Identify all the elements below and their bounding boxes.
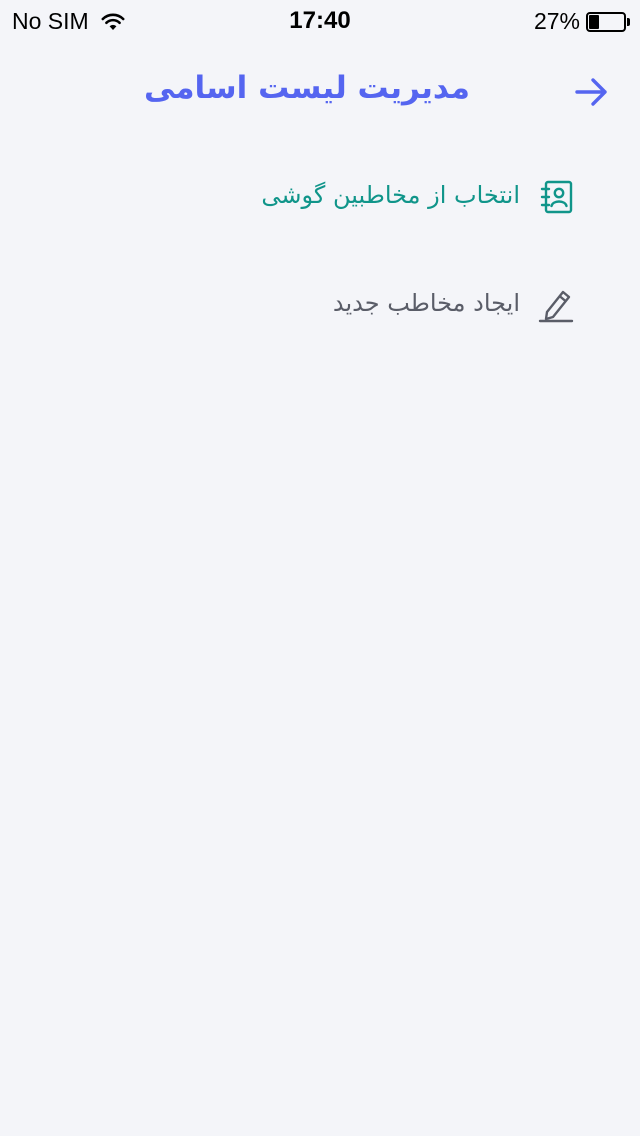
select-from-contacts-item[interactable]: انتخاب از مخاطبین گوشی [0,167,640,227]
select-from-contacts-label: انتخاب از مخاطبین گوشی [261,181,520,209]
pencil-icon [536,285,576,325]
page-title: مدیریت لیست اسامی [143,70,470,106]
back-button[interactable] [572,72,612,112]
create-new-contact-item[interactable]: ایجاد مخاطب جدید [0,275,640,335]
screen: No SIM 17:40 27% مدیریت لیست اسامی انتخا… [0,0,640,1136]
arrow-right-icon [575,78,607,106]
status-bar: No SIM 17:40 27% [0,0,640,40]
header: مدیریت لیست اسامی [0,60,640,124]
contact-book-icon [536,177,576,217]
create-new-contact-label: ایجاد مخاطب جدید [332,289,520,317]
status-right: 27% [534,8,630,35]
battery-icon [586,11,630,32]
battery-percent: 27% [533,8,580,34]
